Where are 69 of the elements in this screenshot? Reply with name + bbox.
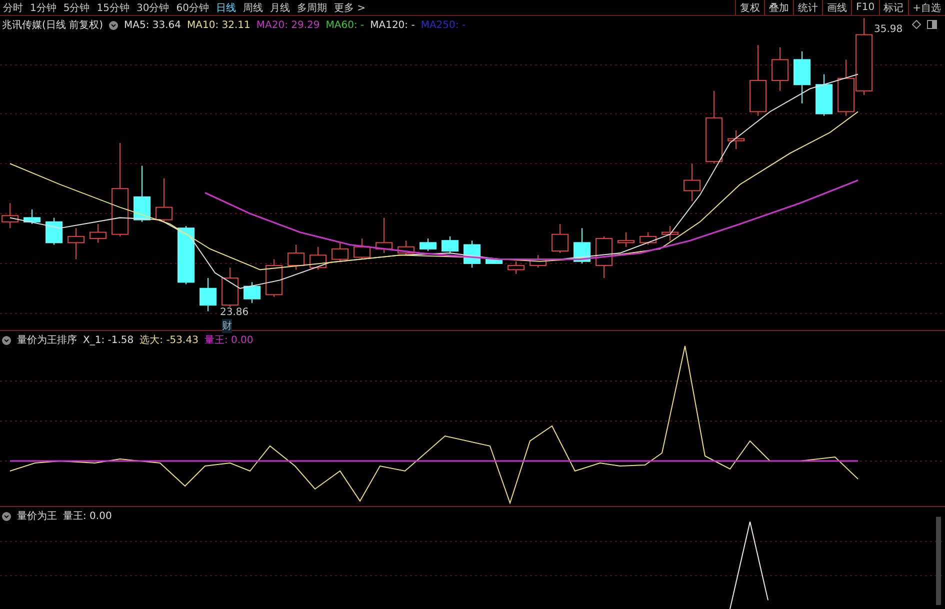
candlestick: [684, 164, 700, 202]
candlestick: [750, 45, 766, 116]
candlestick: [156, 178, 172, 222]
candlestick: [794, 51, 810, 104]
candlestick: [618, 232, 634, 247]
collapse-icon[interactable]: [2, 336, 11, 344]
candlestick: [310, 246, 326, 270]
candlestick: [530, 255, 546, 268]
panel-icon[interactable]: [927, 20, 937, 29]
legend-value: MA20: 29.29: [256, 20, 320, 30]
legend-value: MA5: 33.64: [124, 20, 181, 30]
candlestick: [266, 259, 282, 297]
legend-value: 选大: -53.43: [140, 334, 198, 347]
high-price-label: 35.98: [874, 24, 903, 35]
period-tab[interactable]: 多周期: [296, 0, 327, 14]
period-tab[interactable]: 日线: [216, 0, 236, 14]
candlestick: [442, 236, 458, 254]
candlestick: [68, 228, 84, 260]
candlestick: [332, 242, 348, 262]
candlestick: [464, 240, 480, 268]
period-tab[interactable]: 15分钟: [96, 0, 130, 14]
period-tab[interactable]: 周线: [242, 0, 263, 14]
legend-value: 量王: 0.00: [63, 510, 112, 523]
period-tab[interactable]: 分时: [3, 0, 23, 14]
candlestick: [222, 268, 238, 310]
diamond-icon[interactable]: [912, 20, 921, 29]
candlestick: [640, 232, 656, 245]
candlestick: [200, 278, 216, 312]
candlestick: [816, 74, 832, 116]
low-price-label: 23.86: [220, 307, 249, 318]
period-tab[interactable]: 5分钟: [63, 0, 90, 14]
legend-value: MA120: -: [370, 20, 415, 30]
candlestick: [178, 226, 194, 284]
collapse-icon[interactable]: [108, 20, 118, 30]
legend-value: MA250: -: [420, 20, 466, 30]
candlestick: [288, 244, 304, 270]
legend-value: MA10: 32.11: [187, 20, 250, 30]
candlestick: [90, 224, 106, 243]
candlestick: [376, 218, 392, 254]
candlestick: [24, 209, 40, 224]
finance-badge: 财: [222, 319, 232, 333]
period-tab[interactable]: 更多 >: [334, 0, 366, 14]
indicator-title: 量价为王: [17, 510, 57, 523]
candlestick: [134, 166, 150, 222]
candlestick: [46, 218, 62, 245]
period-tab[interactable]: 60分钟: [176, 0, 209, 14]
indicator-title: 量价为王排序: [17, 334, 77, 347]
candlestick: [486, 258, 502, 264]
candlestick: [838, 60, 854, 116]
legend-value: 量王: 0.00: [204, 334, 254, 347]
period-tab[interactable]: 月线: [270, 0, 290, 14]
candlestick: [354, 238, 370, 260]
legend-value: MA60: -: [326, 20, 364, 30]
candlestick: [728, 130, 744, 150]
scrollbar[interactable]: [936, 516, 941, 606]
candlestick: [596, 236, 612, 278]
candlestick: [552, 224, 568, 254]
chart-title: 兆讯传媒(日线 前复权): [2, 18, 103, 32]
period-tab[interactable]: 30分钟: [136, 0, 170, 14]
period-tab[interactable]: 1分钟: [30, 0, 56, 14]
legend-value: X_1: -1.58: [83, 334, 134, 346]
candlestick: [398, 240, 414, 256]
candlestick: [508, 261, 524, 274]
candlestick: [420, 238, 436, 251]
candlestick: [772, 47, 788, 91]
collapse-icon[interactable]: [2, 512, 11, 520]
candlestick: [574, 228, 590, 264]
candlestick: [244, 282, 260, 303]
candlestick: [662, 226, 678, 241]
